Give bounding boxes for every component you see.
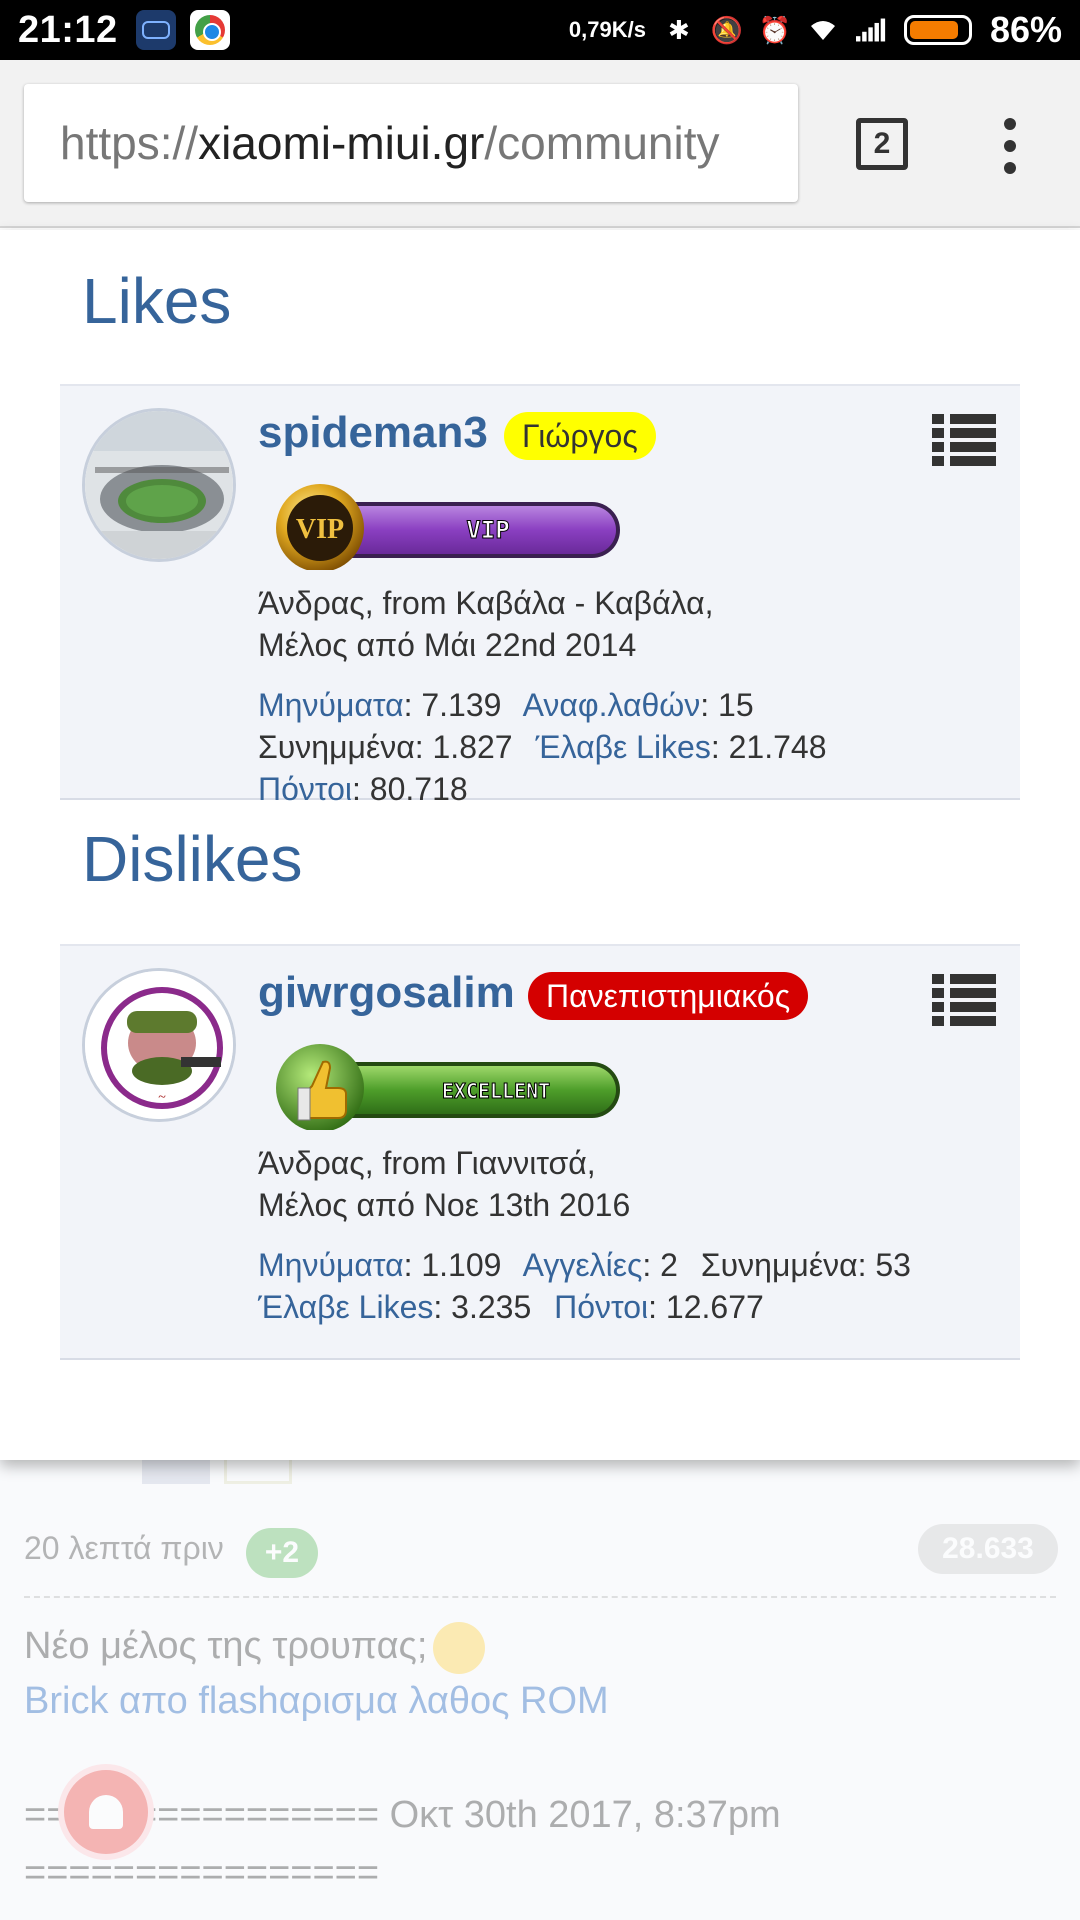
post-line-1: Νέο μέλος της τρουπας; bbox=[24, 1622, 486, 1674]
stat-value: 2 bbox=[660, 1247, 678, 1283]
stat-messages: Μηνύματα: 1.109 bbox=[258, 1247, 502, 1283]
post-score-badge: 28.633 bbox=[918, 1524, 1058, 1574]
stat-key: Συνημμένα bbox=[258, 729, 415, 765]
url-bar[interactable]: https://xiaomi-miui.gr/community bbox=[24, 84, 798, 202]
list-icon[interactable] bbox=[932, 414, 996, 466]
likes-user-card: spideman3 Γιώργος VIP VIP Άνδρας, from Κ… bbox=[60, 384, 1020, 807]
user-stats: Μηνύματα: 7.139 Αναφ.λαθών: 15 Συνημμένα… bbox=[258, 684, 998, 810]
status-time: 21:12 bbox=[18, 8, 118, 51]
stat-value: 3.235 bbox=[451, 1289, 532, 1325]
stat-key: Συνημμένα bbox=[700, 1247, 858, 1283]
avatar[interactable]: ~ bbox=[82, 968, 236, 1122]
user-info: Άνδρας, from Καβάλα - Καβάλα, Μέλος από … bbox=[258, 582, 713, 666]
svg-text:~: ~ bbox=[158, 1090, 166, 1105]
stat-points: Πόντοι: 12.677 bbox=[554, 1289, 764, 1325]
post-line-1-text: Νέο μέλος της τρουπας; bbox=[24, 1625, 428, 1668]
notification-bell-icon[interactable] bbox=[58, 1764, 154, 1860]
user-member-since: Μέλος από Μάι 22nd 2014 bbox=[258, 627, 637, 663]
stat-key[interactable]: Μηνύματα bbox=[258, 1247, 404, 1283]
battery-percent: 86% bbox=[989, 9, 1062, 50]
stat-key[interactable]: Έλαβε Likes bbox=[535, 729, 710, 765]
stat-value: 1.109 bbox=[421, 1247, 502, 1283]
url-host: xiaomi-miui.gr bbox=[198, 117, 485, 169]
username-link[interactable]: giwrgosalim bbox=[258, 968, 515, 1018]
post-time-ago: 20 λεπτά πριν bbox=[24, 1530, 224, 1566]
user-tag: Πανεπιστημιακός bbox=[528, 972, 809, 1020]
menu-dot-icon bbox=[1004, 140, 1016, 152]
browser-toolbar: https://xiaomi-miui.gr/community 2 bbox=[0, 60, 1080, 228]
tab-switcher-button[interactable]: 2 bbox=[856, 118, 908, 170]
stat-bug-reports: Αναφ.λαθών: 15 bbox=[522, 687, 754, 723]
stat-value: 15 bbox=[718, 687, 754, 723]
avatar[interactable] bbox=[82, 408, 236, 562]
svg-text:VIP: VIP bbox=[296, 514, 344, 545]
badge-text: EXCELLENT bbox=[442, 1079, 550, 1103]
post-line-4: ================ bbox=[24, 1852, 380, 1894]
menu-dot-icon bbox=[1004, 118, 1016, 130]
user-member-since: Μέλος από Νοε 13th 2016 bbox=[258, 1187, 631, 1223]
stat-value: 12.677 bbox=[665, 1289, 764, 1325]
dislikes-title: Dislikes bbox=[82, 823, 303, 895]
cast-app-icon bbox=[135, 10, 176, 50]
vip-rank-badge: VIP VIP bbox=[268, 482, 628, 572]
user-tag: Γιώργος bbox=[504, 412, 656, 460]
stat-key[interactable]: Πόντοι bbox=[258, 771, 352, 807]
user-location: Άνδρας, from Γιαννιτσά, bbox=[258, 1145, 596, 1181]
stat-attachments: Συνημμένα: 1.827 bbox=[258, 729, 513, 765]
silent-icon: 🔕 bbox=[710, 14, 744, 45]
stat-messages: Μηνύματα: 7.139 bbox=[258, 687, 502, 723]
stat-value: 21.748 bbox=[728, 729, 827, 765]
browser-menu-button[interactable] bbox=[998, 118, 1022, 174]
stat-value: 1.827 bbox=[432, 729, 513, 765]
chrome-icon bbox=[189, 10, 230, 50]
stat-key[interactable]: Αναφ.λαθών bbox=[523, 687, 701, 723]
stat-key[interactable]: Έλαβε Likes bbox=[258, 1289, 433, 1325]
bluetooth-icon: ✱ bbox=[668, 14, 690, 45]
post-divider bbox=[24, 1596, 1056, 1598]
post-line-2[interactable]: Brick απο flashαρισμα λαθος ROM bbox=[24, 1680, 609, 1723]
stat-key[interactable]: Πόντοι bbox=[554, 1289, 648, 1325]
network-speed: 0,79K/s bbox=[568, 17, 646, 42]
url-path: /community bbox=[484, 117, 720, 169]
user-location: Άνδρας, from Καβάλα - Καβάλα, bbox=[258, 585, 714, 621]
stat-value: 53 bbox=[875, 1247, 911, 1283]
excellent-rank-badge: EXCELLENT bbox=[268, 1042, 628, 1132]
status-bar: 21:12 0,79K/s ✱ 🔕 ⏰ 86% bbox=[0, 0, 1080, 60]
stat-value: 7.139 bbox=[421, 687, 502, 723]
stat-value: 80.718 bbox=[369, 771, 468, 807]
username-link[interactable]: spideman3 bbox=[258, 408, 488, 458]
list-icon[interactable] bbox=[932, 974, 996, 1026]
url-prefix: https:// bbox=[60, 117, 199, 169]
stat-likes-received: Έλαβε Likes: 21.748 bbox=[535, 729, 827, 765]
grin-emoji-icon bbox=[433, 1622, 486, 1674]
signal-icon bbox=[855, 15, 886, 45]
stat-points: Πόντοι: 80.718 bbox=[258, 771, 468, 807]
alarm-icon: ⏰ bbox=[758, 14, 792, 45]
svg-text:VIP: VIP bbox=[466, 516, 509, 544]
likes-dislikes-popup: Likes spideman3 Γιώργος VIP VIP Άνδρας, … bbox=[0, 230, 1080, 1460]
user-info: Άνδρας, from Γιαννιτσά, Μέλος από Νοε 13… bbox=[258, 1142, 630, 1226]
stat-attachments: Συνημμένα: 53 bbox=[700, 1247, 911, 1283]
stat-key[interactable]: Αγγελίες bbox=[523, 1247, 643, 1283]
stat-classifieds: Αγγελίες: 2 bbox=[522, 1247, 678, 1283]
post-plus-badge[interactable]: +2 bbox=[246, 1528, 318, 1578]
likes-title: Likes bbox=[82, 265, 232, 337]
user-stats: Μηνύματα: 1.109 Αγγελίες: 2 Συνημμένα: 5… bbox=[258, 1244, 998, 1328]
stat-likes-received: Έλαβε Likes: 3.235 bbox=[258, 1289, 532, 1325]
battery-icon bbox=[903, 15, 972, 45]
dislikes-user-card: ~ giwrgosalim Πανεπιστημιακός EXCELLENT … bbox=[60, 944, 1020, 1360]
wifi-icon bbox=[808, 15, 838, 45]
menu-dot-icon bbox=[1004, 162, 1016, 174]
stat-key[interactable]: Μηνύματα bbox=[258, 687, 404, 723]
